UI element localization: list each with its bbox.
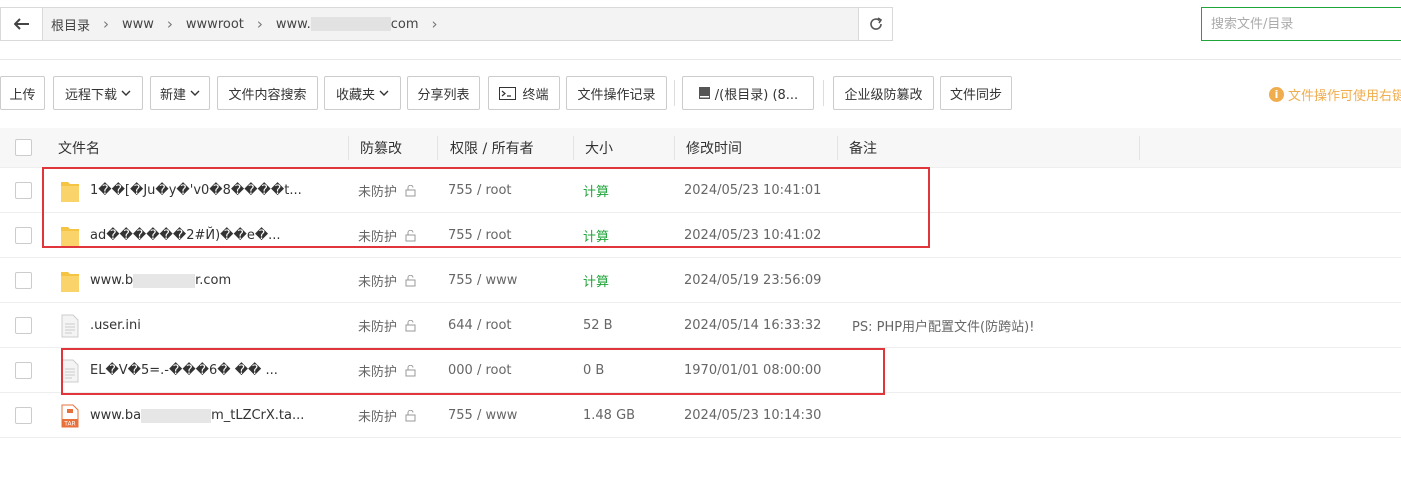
divider bbox=[823, 80, 824, 106]
unlock-icon bbox=[405, 410, 417, 422]
chevron-right-icon: › bbox=[167, 15, 173, 33]
terminal-button[interactable]: 终端 bbox=[488, 76, 560, 110]
chevron-down-icon bbox=[379, 90, 389, 97]
modified-time: 2024/05/23 10:14:30 bbox=[684, 393, 821, 438]
unlock-icon bbox=[405, 275, 417, 287]
table-row[interactable]: .user.ini 未防护 644 / root 52 B 2024/05/14… bbox=[0, 303, 1401, 348]
redacted-blur bbox=[133, 274, 195, 288]
file-name[interactable]: .user.ini bbox=[90, 303, 141, 348]
highlight-box bbox=[42, 167, 930, 248]
permission[interactable]: 755 / www bbox=[448, 393, 517, 438]
modified-time: 2024/05/14 16:33:32 bbox=[684, 303, 821, 348]
row-checkbox[interactable] bbox=[15, 317, 32, 334]
share-list-button[interactable]: 分享列表 bbox=[407, 76, 480, 110]
header-protect[interactable]: 防篡改 bbox=[360, 128, 402, 168]
column-separator bbox=[437, 136, 438, 160]
row-checkbox[interactable] bbox=[15, 182, 32, 199]
row-checkbox[interactable] bbox=[15, 272, 32, 289]
file-operation-log-button[interactable]: 文件操作记录 bbox=[566, 76, 667, 110]
refresh-button[interactable] bbox=[858, 8, 892, 40]
chevron-right-icon: › bbox=[257, 15, 263, 33]
header-permission[interactable]: 权限 / 所有者 bbox=[450, 128, 534, 168]
protect-status[interactable]: 未防护 bbox=[358, 258, 417, 303]
tar-archive-icon: TAR bbox=[60, 393, 80, 438]
protect-status[interactable]: 未防护 bbox=[358, 393, 417, 438]
note[interactable]: PS: PHP用户配置文件(防跨站)! bbox=[852, 303, 1034, 348]
file-table-header: 文件名 防篡改 权限 / 所有者 大小 修改时间 备注 bbox=[0, 128, 1401, 168]
table-row[interactable]: www.b r.com 未防护 755 / www 计算 2024/05/19 2… bbox=[0, 258, 1401, 303]
row-checkbox[interactable] bbox=[15, 407, 32, 424]
row-checkbox[interactable] bbox=[15, 227, 32, 244]
favorites-button[interactable]: 收藏夹 bbox=[324, 76, 401, 110]
file-name[interactable]: www.b r.com bbox=[90, 258, 231, 303]
calculate-size-link[interactable]: 计算 bbox=[583, 258, 609, 303]
right-click-notice: i 文件操作可使用右键 bbox=[1269, 85, 1401, 104]
folder-icon bbox=[60, 258, 80, 303]
header-size[interactable]: 大小 bbox=[585, 128, 613, 168]
new-button[interactable]: 新建 bbox=[150, 76, 210, 110]
refresh-icon bbox=[868, 16, 884, 32]
hard-drive-icon bbox=[698, 86, 711, 100]
crumb-site[interactable]: www. com › bbox=[276, 15, 451, 33]
terminal-icon bbox=[499, 87, 516, 100]
file-size: 52 B bbox=[583, 303, 613, 348]
column-separator bbox=[348, 136, 349, 160]
protect-status[interactable]: 未防护 bbox=[358, 303, 417, 348]
remote-download-button[interactable]: 远程下载 bbox=[53, 76, 143, 110]
permission[interactable]: 755 / www bbox=[448, 258, 517, 303]
tamper-protection-button[interactable]: 企业级防篡改 bbox=[833, 76, 934, 110]
path-bar: 根目录 › www › wwwroot › www. com › bbox=[0, 7, 893, 41]
file-sync-button[interactable]: 文件同步 bbox=[940, 76, 1012, 110]
back-button[interactable] bbox=[1, 8, 43, 40]
redacted-blur bbox=[141, 409, 211, 423]
file-name[interactable]: www.ba m_tLZCrX.ta... bbox=[90, 393, 304, 438]
disk-button[interactable]: /(根目录) (8... bbox=[682, 76, 814, 110]
highlight-box bbox=[61, 348, 885, 395]
upload-button[interactable]: 上传 bbox=[0, 76, 45, 110]
chevron-down-icon bbox=[190, 90, 200, 97]
divider bbox=[0, 59, 1401, 60]
unlock-icon bbox=[405, 320, 417, 332]
breadcrumb: 根目录 › www › wwwroot › www. com › bbox=[51, 8, 451, 40]
permission[interactable]: 644 / root bbox=[448, 303, 512, 348]
redacted-blur bbox=[311, 17, 391, 31]
chevron-right-icon: › bbox=[103, 15, 109, 33]
arrow-left-icon bbox=[14, 18, 30, 30]
header-note: 备注 bbox=[849, 128, 877, 168]
header-filename[interactable]: 文件名 bbox=[58, 128, 100, 168]
column-separator bbox=[1139, 136, 1140, 160]
modified-time: 2024/05/19 23:56:09 bbox=[684, 258, 821, 303]
tar-label: TAR bbox=[63, 420, 75, 427]
crumb-root[interactable]: 根目录 › bbox=[51, 15, 122, 34]
row-checkbox[interactable] bbox=[15, 362, 32, 379]
info-icon: i bbox=[1269, 87, 1284, 102]
file-content-search-button[interactable]: 文件内容搜索 bbox=[217, 76, 318, 110]
file-icon bbox=[61, 303, 79, 348]
file-size: 1.48 GB bbox=[583, 393, 635, 438]
column-separator bbox=[573, 136, 574, 160]
column-separator bbox=[837, 136, 838, 160]
search-input[interactable] bbox=[1201, 7, 1401, 41]
table-row[interactable]: TAR www.ba m_tLZCrX.ta... 未防护 755 / www 1… bbox=[0, 393, 1401, 438]
divider bbox=[674, 80, 675, 106]
column-separator bbox=[674, 136, 675, 160]
chevron-down-icon bbox=[121, 90, 131, 97]
chevron-right-icon: › bbox=[432, 15, 438, 33]
crumb-www[interactable]: www › bbox=[122, 15, 186, 33]
header-mtime[interactable]: 修改时间 bbox=[686, 128, 742, 168]
select-all-checkbox[interactable] bbox=[15, 139, 32, 156]
crumb-wwwroot[interactable]: wwwroot › bbox=[186, 15, 276, 33]
